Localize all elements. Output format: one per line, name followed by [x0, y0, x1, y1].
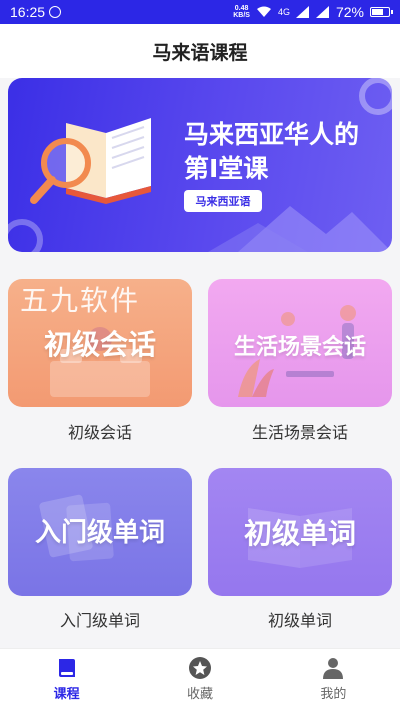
- net-speed-unit: KB/S: [233, 12, 250, 19]
- card-image-text: 入门级单词: [34, 518, 165, 548]
- nav-tab-profile[interactable]: 我的: [267, 649, 400, 708]
- card-image-text: 初级单词: [243, 517, 356, 550]
- net-speed-value: 0.48: [234, 5, 249, 12]
- course-card-daily-life-conversation[interactable]: 生活场景会话: [208, 279, 392, 407]
- course-card-beginner-words[interactable]: 入门级单词: [8, 468, 192, 596]
- battery-icon: [370, 7, 393, 17]
- signal-icon-2: [315, 6, 329, 18]
- battery-percent: 72%: [335, 4, 364, 20]
- watermark-text: 五九软件: [20, 284, 141, 317]
- card-image-text: 生活场景会话: [233, 335, 366, 360]
- banner-title-line2: 第I堂课: [184, 154, 269, 183]
- banner-title: 马来西亚华人的 第I堂课: [184, 118, 384, 186]
- book-magnifier-illustration: [30, 118, 151, 204]
- net-speed: 0.48 KB/S: [233, 5, 250, 19]
- signal-icon: [295, 6, 309, 18]
- nav-label-favorites: 收藏: [186, 686, 213, 702]
- course-card-basic-words[interactable]: 初级单词: [208, 468, 392, 596]
- status-bar: 16:25 0.48 KB/S 4G 72%: [0, 0, 400, 24]
- nav-tab-favorites[interactable]: 收藏: [133, 649, 266, 708]
- banner-tag: 马来西亚语: [184, 190, 262, 212]
- nav-tab-courses[interactable]: 课程: [0, 649, 133, 708]
- course-label-basic-words[interactable]: 初级单词: [208, 607, 392, 631]
- card-image-text: 初级会话: [43, 328, 156, 361]
- network-type: 4G: [277, 7, 290, 17]
- person-icon: [323, 657, 344, 679]
- star-icon: [188, 656, 211, 679]
- page-title: 马来语课程: [152, 41, 248, 64]
- app-bar: 马来语课程: [0, 24, 400, 78]
- course-label-daily-life-conversation[interactable]: 生活场景会话: [208, 419, 392, 443]
- course-label-beginner-words[interactable]: 入门级单词: [8, 607, 192, 631]
- book-icon: [58, 658, 75, 677]
- wifi-icon: [256, 6, 271, 17]
- course-label-basic-conversation[interactable]: 初级会话: [8, 419, 192, 443]
- status-time: 16:25: [10, 4, 46, 20]
- promo-banner[interactable]: 马来西亚华人的 第I堂课 马来西亚语: [8, 78, 392, 252]
- nav-label-profile: 我的: [320, 686, 347, 702]
- alarm-icon: [49, 6, 62, 18]
- bottom-nav: 课程 收藏 我的: [0, 648, 400, 708]
- battery-fill: [372, 9, 383, 15]
- banner-title-line1: 马来西亚华人的: [184, 120, 360, 149]
- nav-label-courses: 课程: [53, 686, 80, 702]
